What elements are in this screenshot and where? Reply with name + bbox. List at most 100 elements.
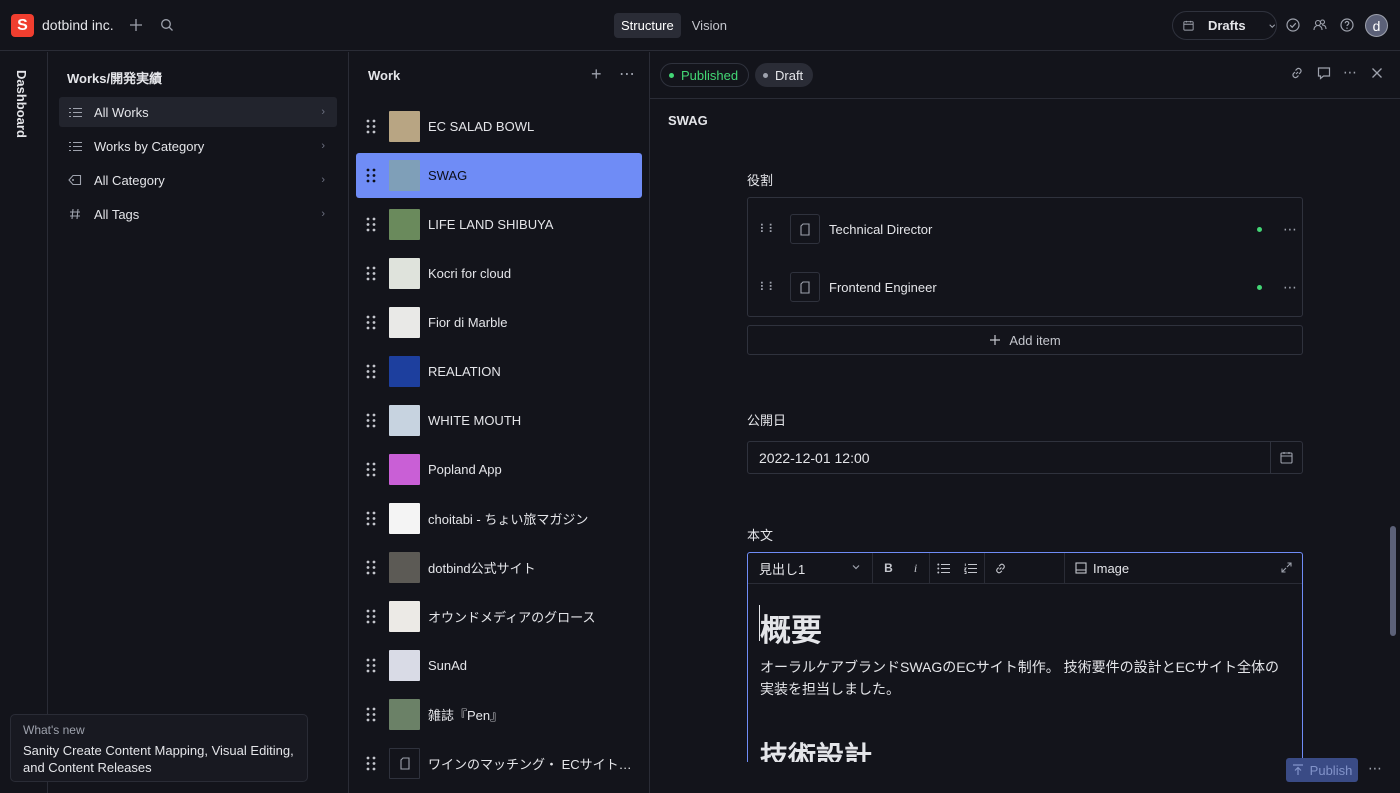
nav-item-works-by-category[interactable]: Works by Category ›: [59, 131, 337, 161]
drafts-label: Drafts: [1207, 18, 1246, 33]
date-input[interactable]: 2022-12-01 12:00: [747, 441, 1303, 474]
list-item[interactable]: REALATION: [356, 349, 642, 394]
drag-handle-icon[interactable]: [356, 364, 386, 379]
drag-handle-icon[interactable]: [356, 315, 386, 330]
check-circle-icon[interactable]: [1282, 14, 1304, 36]
role-item[interactable]: ⠇⠇ Technical Director ⋯: [756, 209, 1297, 249]
link-icon[interactable]: [1290, 66, 1304, 83]
rich-text-editor[interactable]: 見出し1 B i Image 概要 オーラルケアブランドSWAGのECサイト制作…: [747, 552, 1303, 762]
whats-new-body: Sanity Create Content Mapping, Visual Ed…: [23, 743, 294, 775]
tab-structure[interactable]: Structure: [614, 13, 681, 38]
drag-handle-icon[interactable]: [356, 217, 386, 232]
list-item[interactable]: choitabi - ちょい旅マガジン: [356, 496, 642, 541]
list-item-title: オウンドメディアのグロース: [428, 610, 596, 625]
drafts-dropdown[interactable]: Drafts: [1172, 11, 1277, 40]
more-icon[interactable]: ⋯: [1283, 221, 1297, 238]
list-item-title: choitabi - ちょい旅マガジン: [428, 512, 589, 527]
drag-handle-icon[interactable]: [356, 119, 386, 134]
document-icon: [389, 748, 420, 779]
scrollbar-thumb[interactable]: [1390, 526, 1396, 636]
editor-toolbar: 見出し1 B i Image: [748, 553, 1302, 584]
published-badge[interactable]: Published: [660, 63, 750, 87]
drag-handle-icon[interactable]: [356, 266, 386, 281]
chevron-down-icon: [1268, 23, 1275, 28]
more-icon[interactable]: ⋯: [1343, 64, 1357, 81]
bold-button[interactable]: B: [875, 561, 902, 575]
help-icon[interactable]: [1336, 14, 1358, 36]
thumbnail-image: [389, 699, 420, 730]
nav-item-all-tags[interactable]: All Tags ›: [59, 199, 337, 229]
list-item[interactable]: LIFE LAND SHIBUYA: [356, 202, 642, 247]
whats-new-title: What's new: [23, 723, 85, 737]
list-item[interactable]: オウンドメディアのグロース: [356, 594, 642, 639]
nav-item-all-works[interactable]: All Works ›: [59, 97, 337, 127]
nav-item-all-category[interactable]: All Category ›: [59, 165, 337, 195]
list-item[interactable]: Fior di Marble: [356, 300, 642, 345]
chevron-right-icon: ›: [321, 140, 325, 152]
calendar-icon[interactable]: [1270, 442, 1302, 473]
more-icon[interactable]: ⋯: [1368, 760, 1382, 777]
drag-handle-icon[interactable]: ⠇⠇: [756, 280, 780, 294]
link-icon[interactable]: [987, 562, 1014, 575]
plus-icon[interactable]: +: [591, 64, 602, 85]
list-item[interactable]: ワインのマッチング・ ECサイト…: [356, 741, 642, 786]
nav-item-label: Works by Category: [94, 138, 205, 154]
role-item[interactable]: ⠇⠇ Frontend Engineer ⋯: [756, 267, 1297, 307]
drag-handle-icon[interactable]: [356, 168, 386, 183]
add-item-button[interactable]: Add item: [747, 325, 1303, 355]
drag-handle-icon[interactable]: [356, 462, 386, 477]
list-item[interactable]: Kocri for cloud: [356, 251, 642, 296]
user-avatar[interactable]: d: [1365, 14, 1388, 37]
list-item[interactable]: EC SALAD BOWL: [356, 104, 642, 149]
plus-icon[interactable]: [125, 14, 147, 36]
status-dot: [1257, 284, 1262, 290]
style-select[interactable]: 見出し1: [748, 553, 873, 584]
dashboard-rail: Dashboard: [0, 52, 48, 793]
drag-handle-icon[interactable]: ⠇⠇: [756, 222, 780, 236]
drag-handle-icon[interactable]: [356, 658, 386, 673]
whats-new-card[interactable]: What's new Sanity Create Content Mapping…: [10, 714, 308, 782]
close-icon[interactable]: [1371, 66, 1383, 82]
users-icon[interactable]: [1309, 14, 1331, 36]
role-title: Frontend Engineer: [829, 279, 937, 295]
numbered-list-icon[interactable]: [957, 563, 984, 574]
document-icon: [790, 272, 820, 302]
list-item[interactable]: Popland App: [356, 447, 642, 492]
insert-image-button[interactable]: Image: [1065, 561, 1129, 576]
tab-vision[interactable]: Vision: [685, 13, 734, 38]
editor-heading-1[interactable]: 概要: [760, 605, 822, 650]
comment-icon[interactable]: [1317, 66, 1331, 83]
pane-title: Work: [368, 68, 401, 83]
list-item[interactable]: WHITE MOUTH: [356, 398, 642, 443]
date-label: 公開日: [747, 413, 787, 428]
workspace-name[interactable]: dotbind inc.: [42, 17, 114, 33]
drag-handle-icon[interactable]: [356, 511, 386, 526]
image-label: Image: [1093, 560, 1130, 576]
roles-label: 役割: [747, 173, 774, 188]
list-item[interactable]: 雑誌『Pen』: [356, 692, 642, 737]
editor-paragraph[interactable]: オーラルケアブランドSWAGのECサイト制作。 技術要件の設計とECサイト全体の…: [760, 656, 1292, 700]
list-item-title: SunAd: [428, 658, 468, 673]
list-item[interactable]: SunAd: [356, 643, 642, 688]
scrollbar[interactable]: [1388, 144, 1398, 748]
list-item-title: LIFE LAND SHIBUYA: [428, 217, 554, 232]
draft-badge[interactable]: Draft: [755, 63, 814, 87]
sanity-logo[interactable]: S: [11, 14, 34, 37]
more-icon[interactable]: ⋯: [1283, 279, 1297, 296]
drag-handle-icon[interactable]: [356, 560, 386, 575]
publish-button[interactable]: Publish: [1286, 758, 1358, 782]
list-item[interactable]: SWAG: [356, 153, 642, 198]
search-icon[interactable]: [156, 14, 178, 36]
list-item-title: Kocri for cloud: [428, 266, 512, 281]
list-item[interactable]: dotbind公式サイト: [356, 545, 642, 590]
italic-button[interactable]: i: [902, 561, 929, 576]
bullet-list-icon[interactable]: [930, 563, 957, 574]
dashboard-label[interactable]: Dashboard: [14, 70, 29, 138]
drag-handle-icon[interactable]: [356, 609, 386, 624]
expand-icon[interactable]: [1281, 562, 1292, 576]
drag-handle-icon[interactable]: [356, 707, 386, 722]
more-icon[interactable]: ⋯: [619, 64, 635, 84]
drag-handle-icon[interactable]: [356, 756, 386, 771]
drag-handle-icon[interactable]: [356, 413, 386, 428]
document-footer: Publish ⋯: [650, 748, 1400, 793]
